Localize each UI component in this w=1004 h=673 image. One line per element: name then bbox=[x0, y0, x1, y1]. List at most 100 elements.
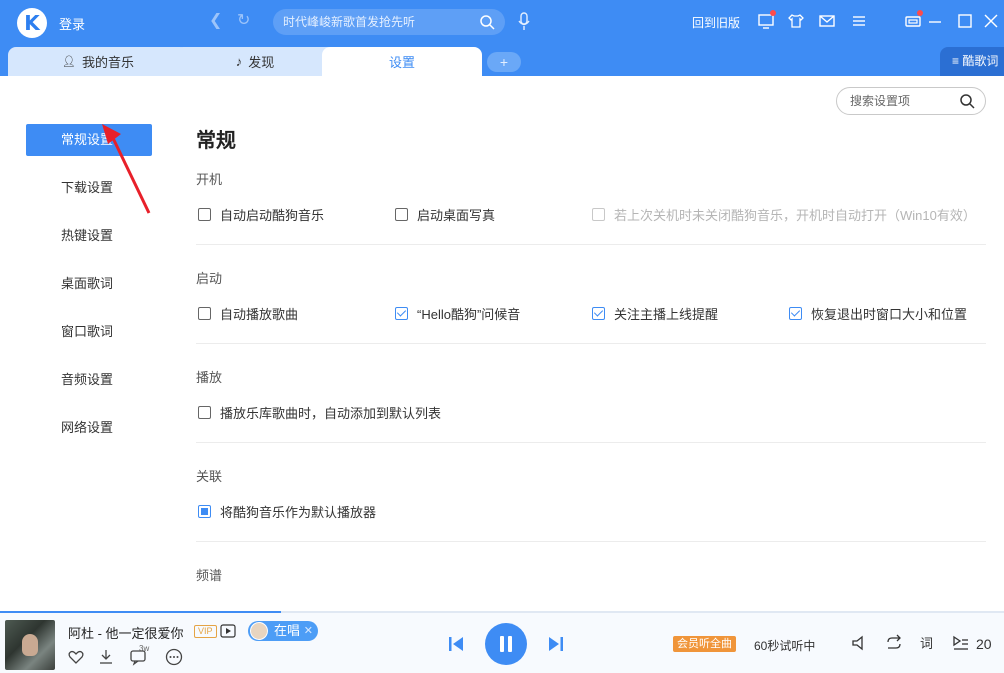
option-label: 启动桌面写真 bbox=[417, 208, 496, 223]
close-icon[interactable]: ✕ bbox=[304, 621, 313, 641]
sidebar-item-window-lyrics[interactable]: 窗口歌词 bbox=[26, 316, 152, 348]
skin-shirt-icon[interactable] bbox=[787, 12, 805, 30]
progress-fill bbox=[0, 611, 282, 613]
singing-label: 在唱 bbox=[274, 623, 301, 638]
back-arrow-icon[interactable]: ❮ bbox=[209, 10, 222, 30]
section-divider bbox=[196, 541, 986, 542]
back-to-old-version-link[interactable]: 回到旧版 bbox=[692, 14, 740, 31]
option-auto-start[interactable]: 自动启动酷狗音乐 bbox=[198, 205, 324, 224]
album-cover[interactable] bbox=[5, 620, 55, 670]
notification-dot bbox=[917, 10, 923, 16]
search-icon[interactable] bbox=[959, 93, 975, 109]
checkbox[interactable] bbox=[198, 208, 211, 221]
settings-search-input[interactable]: 搜索设置项 bbox=[836, 87, 986, 115]
tab-label: 设置 bbox=[388, 55, 415, 70]
tab-label: 发现 bbox=[248, 55, 275, 70]
avatar bbox=[250, 622, 268, 640]
add-tab-button[interactable]: + bbox=[487, 52, 521, 72]
search-input[interactable]: 时代峰峻新歌首发抢先听 bbox=[273, 9, 505, 35]
login-link[interactable]: 登录 bbox=[59, 14, 85, 33]
option-label: 恢复退出时窗口大小和位置 bbox=[811, 307, 968, 322]
option-streamer-reminder[interactable]: 关注主播上线提醒 bbox=[592, 304, 718, 323]
section-label-startup: 开机 bbox=[196, 172, 223, 187]
notification-dot bbox=[770, 10, 776, 16]
lyrics-tab[interactable]: ≡ 酷歌词 bbox=[940, 47, 1004, 76]
player-bar: 阿杜 - 他一定很爱你 VIP 在唱 ✕ 3w 会员听全曲 60秒试听中 词 2… bbox=[0, 611, 1004, 673]
option-default-player[interactable]: 将酷狗音乐作为默认播放器 bbox=[198, 502, 376, 521]
close-icon[interactable] bbox=[982, 12, 1000, 30]
next-track-icon[interactable] bbox=[547, 635, 565, 653]
section-label-association: 关联 bbox=[196, 469, 223, 484]
option-auto-add-default-list[interactable]: 播放乐库歌曲时，自动添加到默认列表 bbox=[198, 403, 441, 422]
tab-discover[interactable]: ♪ 发现 bbox=[175, 47, 335, 76]
section-divider bbox=[196, 343, 986, 344]
playlist-icon[interactable] bbox=[952, 634, 970, 652]
option-label: 将酷狗音乐作为默认播放器 bbox=[220, 505, 377, 520]
download-icon[interactable] bbox=[97, 648, 115, 666]
playlist-count: 20 bbox=[976, 636, 992, 652]
vip-badge: VIP bbox=[194, 625, 217, 638]
sidebar-item-network[interactable]: 网络设置 bbox=[26, 412, 152, 444]
section-label-spectrum: 频谱 bbox=[196, 568, 223, 583]
tab-label: 我的音乐 bbox=[81, 55, 134, 70]
svg-text:词: 词 bbox=[920, 637, 933, 652]
page-title: 常规 bbox=[196, 130, 236, 152]
lyrics-icon: ≡ bbox=[952, 54, 963, 68]
section-divider bbox=[196, 442, 986, 443]
comment-count: 3w bbox=[139, 644, 150, 653]
lyrics-tab-label: 酷歌词 bbox=[962, 54, 999, 68]
sidebar-item-hotkeys[interactable]: 热键设置 bbox=[26, 220, 152, 252]
mv-icon[interactable] bbox=[220, 624, 236, 638]
settings-panel: 搜索设置项 常规设置 下载设置 热键设置 桌面歌词 窗口歌词 音频设置 网络设置… bbox=[0, 76, 1004, 611]
option-restore-window[interactable]: 恢复退出时窗口大小和位置 bbox=[789, 304, 967, 323]
sidebar-item-desktop-lyrics[interactable]: 桌面歌词 bbox=[26, 268, 152, 300]
section-label-launch: 启动 bbox=[196, 271, 223, 286]
checkbox[interactable] bbox=[198, 505, 211, 518]
heart-icon[interactable] bbox=[67, 648, 85, 666]
option-label: 自动启动酷狗音乐 bbox=[220, 208, 325, 223]
loop-mode-icon[interactable] bbox=[885, 634, 903, 652]
option-label: 关注主播上线提醒 bbox=[614, 307, 719, 322]
checkbox[interactable] bbox=[198, 307, 211, 320]
checkbox[interactable] bbox=[198, 406, 211, 419]
option-reopen-on-boot: 若上次关机时未关闭酷狗音乐，开机时自动打开（Win10有效） bbox=[592, 205, 976, 224]
user-icon: 👤︎ bbox=[62, 56, 76, 68]
music-note-icon: ♪ bbox=[235, 54, 243, 69]
sidebar-item-download[interactable]: 下载设置 bbox=[26, 172, 152, 204]
maximize-icon[interactable] bbox=[956, 12, 974, 30]
checkbox[interactable] bbox=[395, 208, 408, 221]
option-label: 自动播放歌曲 bbox=[220, 307, 299, 322]
song-title[interactable]: 阿杜 - 他一定很爱你 bbox=[68, 623, 184, 642]
more-icon[interactable] bbox=[165, 648, 183, 666]
pause-button[interactable] bbox=[485, 623, 527, 665]
mail-icon[interactable] bbox=[818, 12, 836, 30]
option-desktop-portrait[interactable]: 启动桌面写真 bbox=[395, 205, 495, 224]
search-icon[interactable] bbox=[479, 14, 495, 30]
kugou-logo: K bbox=[17, 8, 47, 38]
refresh-icon[interactable]: ↻ bbox=[237, 10, 250, 30]
option-autoplay[interactable]: 自动播放歌曲 bbox=[198, 304, 298, 323]
tab-my-music[interactable]: 👤︎ 我的音乐 bbox=[8, 47, 188, 76]
sidebar-item-general[interactable]: 常规设置 bbox=[26, 124, 152, 156]
option-label: 若上次关机时未关闭酷狗音乐，开机时自动打开（Win10有效） bbox=[614, 208, 976, 223]
trial-status: 60秒试听中 bbox=[754, 639, 816, 653]
microphone-icon[interactable] bbox=[517, 12, 531, 32]
volume-icon[interactable] bbox=[851, 634, 869, 652]
section-label-playback: 播放 bbox=[196, 370, 223, 385]
option-label: “Hello酷狗”问候音 bbox=[417, 307, 521, 322]
option-hello-greeting[interactable]: “Hello酷狗”问候音 bbox=[395, 304, 520, 323]
checkbox bbox=[592, 208, 605, 221]
member-full-song-button[interactable]: 会员听全曲 bbox=[673, 636, 736, 652]
search-placeholder: 时代峰峻新歌首发抢先听 bbox=[283, 15, 416, 29]
minimize-icon[interactable] bbox=[926, 12, 944, 30]
checkbox[interactable] bbox=[789, 307, 802, 320]
previous-track-icon[interactable] bbox=[447, 635, 465, 653]
checkbox[interactable] bbox=[592, 307, 605, 320]
lyrics-toggle-icon[interactable]: 词 bbox=[919, 634, 937, 652]
menu-icon[interactable] bbox=[850, 12, 868, 30]
checkbox[interactable] bbox=[395, 307, 408, 320]
section-divider bbox=[196, 244, 986, 245]
singing-badge[interactable]: 在唱 ✕ bbox=[248, 621, 319, 641]
sidebar-item-audio[interactable]: 音频设置 bbox=[26, 364, 152, 396]
tab-settings[interactable]: 设置 bbox=[322, 47, 482, 76]
